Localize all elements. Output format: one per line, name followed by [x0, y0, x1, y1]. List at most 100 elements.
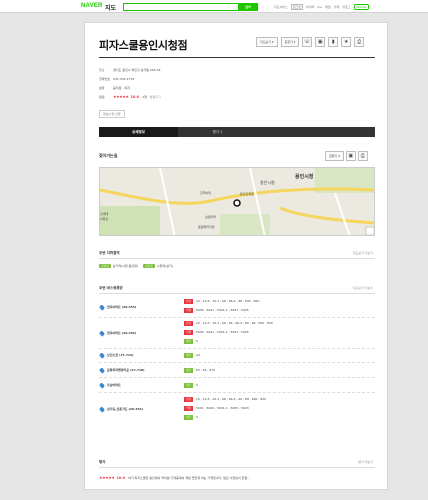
route-type-tag: 마을 [184, 382, 193, 388]
review-more-link[interactable]: 평가 더보기 [358, 460, 373, 464]
map-service-title[interactable]: 지도 [105, 3, 116, 12]
directions-actions: 길찾기 ▾ ▣ ⎙ [325, 151, 368, 161]
phone-row: 전화번호 031-333-1776 [99, 74, 375, 83]
subway-station[interactable]: 시청역(삼가) [157, 264, 173, 268]
place-panel: 피자스쿨용인시청점 지도보기 ▾ 길찾기 ▾ ☏ ▣ ▮ ★ ⎙ 주소 경기도 용… [84, 22, 388, 490]
review-score: 10.0 [116, 475, 126, 480]
directions-route-button[interactable]: 길찾기 ▾ [325, 151, 344, 161]
divider [99, 392, 375, 393]
nav-item[interactable]: 네이버 [306, 5, 314, 9]
bus-route-row: 마을 5 [184, 338, 198, 344]
divider [99, 317, 375, 318]
subway-icon[interactable]: ▣ [315, 37, 326, 47]
phone-icon[interactable]: ☏ [302, 37, 313, 47]
subway-more-link[interactable]: 지도보기 더보기 [353, 251, 373, 255]
review-text[interactable]: 여기 피자스쿨은 용인에서 먹어본 가게중에서 제일 맛있게 하는 가게입니다.… [128, 476, 250, 480]
bus-stop-name[interactable]: 보건소앞 (47-714) [107, 353, 134, 357]
bus-route-row: 직행 5001 , 5000 , 5001-1 , 5005 , 5003 [184, 405, 249, 411]
map-label: 용인교육청 [240, 191, 254, 196]
divider [99, 348, 375, 349]
route-numbers[interactable]: 24 [196, 353, 200, 357]
route-numbers[interactable]: 5 [196, 415, 198, 419]
location-pin-icon [98, 382, 106, 389]
route-numbers[interactable]: 10 , 10-5 , 10-1 , 66 , 66 , 66-4 , 66 ,… [196, 321, 273, 325]
print-icon[interactable]: ⎙ [357, 151, 368, 161]
bus-stop-name[interactable]: 전우아파트 (29-352) [107, 331, 136, 335]
top-bar: NAVER 지도 검색 지도서비스 로그인 네이버 me 메일 카페 블로그 M… [0, 0, 428, 13]
info-key: 전화번호 [99, 76, 111, 81]
tab-details[interactable]: 상세정보 [99, 127, 178, 137]
login-button[interactable]: 로그인 [290, 4, 304, 10]
route-type-tag: 간선 [184, 396, 193, 402]
nav-item[interactable]: 지도서비스 [274, 5, 288, 9]
star-icon[interactable]: ★ [341, 37, 352, 47]
directions-route-label: 길찾기 [329, 154, 338, 158]
category-row: 분류 음식점 › 피자 [99, 83, 375, 92]
route-type-tag: 간선 [184, 320, 193, 326]
search-input[interactable] [123, 3, 239, 11]
nav-item[interactable]: me [317, 5, 322, 9]
location-pin-icon [98, 304, 106, 311]
location-map[interactable]: 용인시청 용인교육청 용인시청 진무바위 삼정마을 동원플라자빌 신세대 아파트 [99, 167, 375, 236]
route-button[interactable]: 길찾기 ▾ [280, 37, 300, 47]
nav-item[interactable]: 카페 [334, 5, 340, 9]
place-info: 주소 경기도 용인시 처인구 삼가동 256-32 전화번호 031-333-177… [99, 65, 375, 101]
bus-title: 주변 버스정류장 [99, 286, 123, 290]
bus-stop-name[interactable]: 삼가동,신흥가든 (29-452) [107, 407, 143, 411]
route-numbers[interactable]: 5 [196, 383, 198, 387]
subway-line-tag: 경전철 [99, 264, 111, 268]
bus-stop-name[interactable]: 전우아파트 (29-353) [107, 305, 136, 309]
divider [99, 258, 375, 259]
route-type-tag: 직행 [184, 405, 193, 411]
category-value: 음식점 › 피자 [113, 85, 130, 90]
divider [99, 377, 375, 378]
nav-item[interactable]: 메일 [325, 5, 331, 9]
map-graphic: 용인시청 용인교육청 용인시청 진무바위 삼정마을 동원플라자빌 신세대 아파트 [100, 168, 374, 235]
route-numbers[interactable]: 10 , 10-5 , 10-1 , 66 , 66-4 , 66 , 88 ,… [196, 397, 266, 401]
tab-reviews[interactable]: 평가 1 [178, 127, 257, 137]
bus-more-link[interactable]: 지도보기 더보기 [353, 286, 373, 290]
map-label: 용인시청 [295, 173, 314, 180]
route-numbers[interactable]: 5000 , 5001 , 5001-1 , 5003 , 5005 [196, 308, 249, 312]
route-label: 길찾기 [284, 40, 293, 44]
divider [99, 293, 375, 294]
subway-station[interactable]: 삼가역(시청.용인대) [113, 264, 138, 268]
route-type-tag: 직행 [184, 329, 193, 335]
directions-title: 찾아가는길 [99, 153, 118, 158]
info-key: 평점 [99, 94, 105, 99]
route-numbers[interactable]: 5001 , 5000 , 5001-1 , 5005 , 5003 [196, 406, 249, 410]
address-value: 경기도 용인시 처인구 삼가동 256-32 [113, 67, 161, 72]
top-nav: 지도서비스 로그인 네이버 me 메일 카페 블로그 Mobile [274, 4, 370, 10]
map-label: 진무바위 [200, 190, 211, 195]
route-type-tag: 마을 [184, 338, 193, 344]
subway-icon[interactable]: ▣ [345, 151, 356, 161]
bookmark-icon[interactable]: ▮ [328, 37, 339, 47]
place-title: 피자스쿨용인시청점 [99, 40, 188, 52]
location-pin-icon [98, 330, 106, 337]
route-numbers[interactable]: 65 , 66 , 670 [196, 368, 215, 372]
search-button[interactable]: 검색 [238, 3, 258, 11]
route-numbers[interactable]: 5000 , 5001 , 5001-1 , 5003 , 5005 [196, 330, 249, 334]
nav-item[interactable]: 블로그 [342, 5, 350, 9]
route-type-tag: 직행 [184, 307, 193, 313]
bus-stop-name[interactable]: 문화복지행정타운 (47-718) [107, 368, 145, 372]
map-label: 아파트 [100, 216, 109, 221]
route-numbers[interactable]: 10 , 10-5 , 10-1 , 66 , 66-4 , 88 , 690 … [196, 299, 259, 303]
bus-route-row: 마을 65 , 66 , 670 [184, 367, 215, 373]
map-view-button[interactable]: 지도보기 ▾ [256, 37, 278, 47]
route-numbers[interactable]: 5 [196, 339, 198, 343]
map-view-label: 지도보기 [260, 40, 272, 44]
divider [99, 467, 375, 468]
rating-count: 1개 [142, 94, 147, 99]
rating-row: 평점 ★★★★★ 10.0 1개 별점주기 [99, 92, 375, 101]
rate-link[interactable]: 별점주기 [150, 95, 161, 99]
print-icon[interactable]: ⎙ [354, 37, 365, 47]
naver-logo[interactable]: NAVER [81, 3, 103, 9]
mobile-button[interactable]: Mobile [353, 4, 370, 10]
bus-route-row: 마을 5 [184, 382, 198, 388]
edit-info-button[interactable]: 정보수정 신청 [99, 110, 125, 118]
bus-stop-name[interactable]: 우남아파트 [107, 383, 121, 387]
map-label: 신세대 [100, 211, 109, 216]
location-pin-icon [98, 367, 106, 374]
map-label: 용인시청 [260, 179, 275, 185]
